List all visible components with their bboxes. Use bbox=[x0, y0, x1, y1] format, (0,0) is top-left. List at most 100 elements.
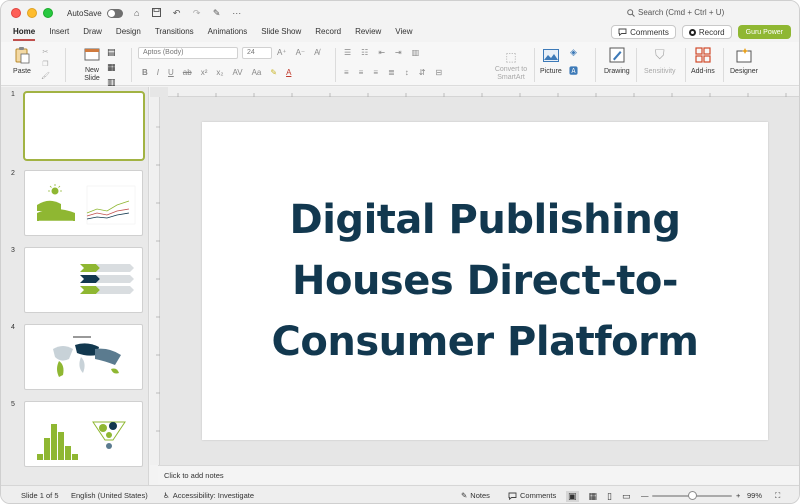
zoom-window-button[interactable] bbox=[43, 8, 53, 18]
layout-icon[interactable]: ▤ bbox=[107, 47, 116, 58]
comments-toggle-button[interactable]: Comments bbox=[508, 491, 556, 500]
slide-title-line: Consumer Platform bbox=[271, 318, 700, 365]
zoom-slider-handle[interactable] bbox=[688, 491, 697, 500]
accessibility-status[interactable]: ♿ Accessibility: Investigate bbox=[163, 491, 254, 500]
drawing-button[interactable]: Drawing bbox=[604, 46, 630, 75]
strikethrough-icon[interactable]: ab bbox=[183, 68, 192, 77]
home-icon[interactable]: ⌂ bbox=[131, 8, 143, 18]
list-tools: ☰ ☷ ⇤ ⇥ ▥ bbox=[344, 48, 419, 57]
reading-view-icon[interactable]: ▯ bbox=[607, 491, 612, 502]
bullets-icon[interactable]: ☰ bbox=[344, 48, 351, 57]
search-box[interactable]: Search (Cmd + Ctrl + U) bbox=[627, 8, 724, 17]
underline-icon[interactable]: U bbox=[168, 68, 174, 77]
highlight-icon[interactable]: ✎ bbox=[270, 68, 277, 77]
font-name-select[interactable]: Aptos (Body) bbox=[138, 47, 238, 59]
italic-icon[interactable]: I bbox=[157, 68, 159, 77]
columns-icon[interactable]: ▥ bbox=[412, 48, 420, 57]
record-button[interactable]: Record bbox=[681, 25, 732, 39]
change-case-icon[interactable]: Aa bbox=[252, 68, 262, 77]
char-spacing-icon[interactable]: AV bbox=[232, 68, 242, 77]
more-commands-button[interactable]: ··· bbox=[231, 8, 243, 18]
shapes-icon[interactable]: ◈ bbox=[570, 47, 577, 58]
minimize-window-button[interactable] bbox=[27, 8, 37, 18]
paste-label: Paste bbox=[13, 68, 31, 75]
paragraph-tools: ≡ ≡ ≡ ≣ ↕ ⇵ ⊟ bbox=[344, 68, 442, 77]
clipboard-small-tools: ✂ ❐ 🖌 bbox=[41, 48, 50, 80]
close-window-button[interactable] bbox=[11, 8, 21, 18]
search-icon bbox=[627, 8, 635, 17]
tab-animations[interactable]: Animations bbox=[208, 25, 248, 41]
subscript-icon[interactable]: x² bbox=[201, 68, 208, 77]
align-right-icon[interactable]: ≡ bbox=[373, 68, 378, 77]
thumbnail-number: 1 bbox=[11, 91, 15, 98]
format-painter-icon[interactable]: 🖌 bbox=[41, 72, 50, 80]
new-slide-button[interactable]: New Slide bbox=[77, 46, 107, 83]
insert-shape-tools: ◈ 🅰 bbox=[569, 47, 578, 77]
convert-smartart-button[interactable]: ⬚ Convert to SmartArt bbox=[491, 48, 531, 82]
grow-font-icon[interactable]: A⁺ bbox=[277, 48, 287, 57]
slideshow-icon[interactable]: ▭ bbox=[622, 491, 631, 502]
font-format-tools: B I U ab x² x₂ AV Aa ✎ A bbox=[142, 68, 291, 77]
copy-icon[interactable]: ❐ bbox=[42, 60, 48, 68]
zoom-level[interactable]: 99% bbox=[747, 491, 762, 500]
tab-draw[interactable]: Draw bbox=[83, 25, 102, 41]
shrink-font-icon[interactable]: A⁻ bbox=[296, 48, 306, 57]
font-size-select[interactable]: 24 bbox=[242, 47, 272, 59]
drawing-label: Drawing bbox=[604, 68, 630, 75]
zoom-in-button[interactable]: + bbox=[736, 491, 740, 500]
autosave-toggle[interactable] bbox=[106, 8, 123, 18]
undo-icon[interactable]: ↶ bbox=[171, 8, 183, 19]
new-slide-label: New Slide bbox=[84, 67, 100, 82]
horizontal-ruler[interactable] bbox=[168, 87, 799, 97]
align-text-icon[interactable]: ⊟ bbox=[435, 68, 442, 77]
decrease-indent-icon[interactable]: ⇤ bbox=[378, 48, 385, 57]
paste-button[interactable]: Paste bbox=[13, 46, 31, 75]
autosave-label: AutoSave bbox=[67, 8, 102, 18]
save-icon[interactable] bbox=[151, 7, 163, 19]
font-color-icon[interactable]: A bbox=[286, 68, 291, 77]
picture-label: Picture bbox=[540, 68, 562, 75]
new-slide-icon bbox=[83, 46, 101, 64]
slide-sorter-icon[interactable]: ▦ bbox=[589, 491, 598, 502]
bold-icon[interactable]: B bbox=[142, 68, 148, 77]
reset-icon[interactable]: ▦ bbox=[107, 62, 116, 73]
designer-button[interactable]: Designer bbox=[730, 46, 758, 75]
textbox-icon[interactable]: 🅰 bbox=[569, 64, 578, 77]
customize-icon[interactable]: ✎ bbox=[211, 8, 223, 19]
tab-slide-show[interactable]: Slide Show bbox=[261, 25, 301, 41]
zoom-out-button[interactable]: — bbox=[641, 491, 649, 500]
comments-button[interactable]: Comments bbox=[611, 25, 676, 39]
notes-toggle-button[interactable]: ✎ Notes bbox=[461, 491, 490, 500]
tab-record[interactable]: Record bbox=[315, 25, 341, 41]
tab-transitions[interactable]: Transitions bbox=[155, 25, 194, 41]
normal-view-icon[interactable]: ▣ bbox=[566, 491, 579, 502]
notes-pane[interactable]: Click to add notes bbox=[158, 465, 799, 484]
guru-power-button[interactable]: Guru Power bbox=[737, 25, 791, 39]
addins-button[interactable]: Add-ins bbox=[691, 46, 715, 75]
line-spacing-icon[interactable]: ↕ bbox=[405, 68, 409, 77]
sensitivity-button[interactable]: ⛉ Sensitivity bbox=[644, 46, 676, 75]
tab-home[interactable]: Home bbox=[13, 25, 36, 41]
redo-icon[interactable]: ↷ bbox=[191, 8, 203, 19]
tab-design[interactable]: Design bbox=[116, 25, 141, 41]
justify-icon[interactable]: ≣ bbox=[388, 68, 395, 77]
align-center-icon[interactable]: ≡ bbox=[359, 68, 364, 77]
increase-indent-icon[interactable]: ⇥ bbox=[395, 48, 402, 57]
cut-icon[interactable]: ✂ bbox=[43, 48, 49, 56]
comment-icon bbox=[508, 492, 517, 500]
superscript-icon[interactable]: x₂ bbox=[216, 68, 223, 77]
picture-button[interactable]: Picture bbox=[540, 46, 562, 75]
language-status[interactable]: English (United States) bbox=[71, 491, 148, 500]
current-slide[interactable]: Digital Publishing Houses Direct-to- Con… bbox=[202, 122, 768, 440]
tab-insert[interactable]: Insert bbox=[49, 25, 69, 41]
tab-view[interactable]: View bbox=[395, 25, 412, 41]
text-direction-icon[interactable]: ⇵ bbox=[419, 68, 426, 77]
tab-review[interactable]: Review bbox=[355, 25, 381, 41]
vertical-ruler[interactable] bbox=[150, 97, 160, 465]
window-controls bbox=[11, 8, 53, 18]
numbering-icon[interactable]: ☷ bbox=[361, 48, 368, 57]
fit-to-window-icon[interactable]: ⛶ bbox=[775, 491, 780, 501]
clear-format-icon[interactable]: A̸ bbox=[314, 48, 319, 57]
align-left-icon[interactable]: ≡ bbox=[344, 68, 349, 77]
slide-title[interactable]: Digital Publishing Houses Direct-to- Con… bbox=[215, 190, 755, 373]
